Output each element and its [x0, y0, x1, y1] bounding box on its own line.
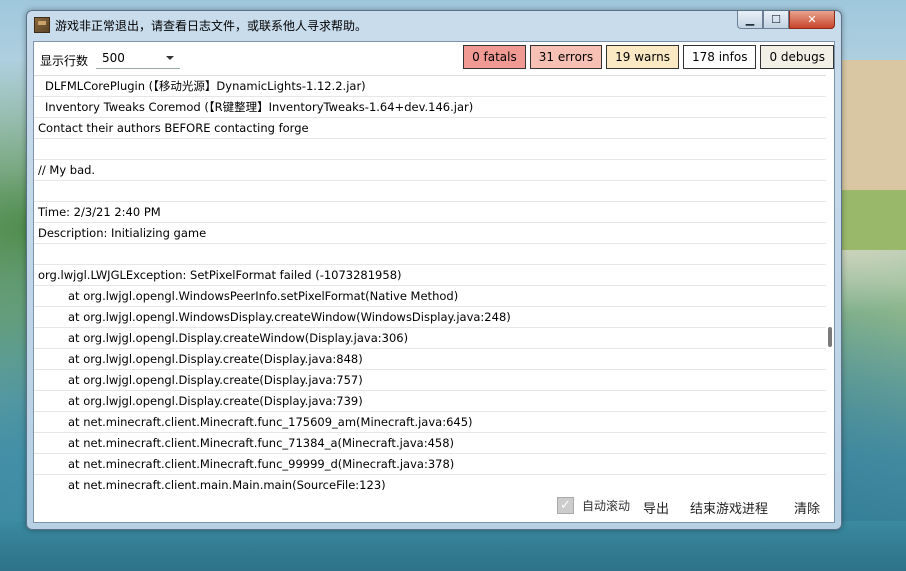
autoscroll-label: 自动滚动	[582, 499, 631, 513]
client-area: 显示行数 500 0 fatals 31 errors 19 warns 178…	[33, 41, 835, 523]
lines-label: 显示行数	[40, 54, 89, 68]
maximize-button[interactable]: ☐	[763, 11, 789, 29]
minimize-icon: ▁	[745, 13, 755, 26]
autoscroll-toggle[interactable]: ✓ 自动滚动	[557, 497, 630, 514]
log-line: at net.minecraft.client.Minecraft.func_9…	[34, 454, 826, 475]
lines-value: 500	[102, 51, 125, 65]
clear-button[interactable]: 清除	[794, 498, 820, 517]
log-line: at org.lwjgl.opengl.Display.create(Displ…	[34, 370, 826, 391]
level-filters: 0 fatals 31 errors 19 warns 178 infos 0 …	[463, 45, 834, 69]
background-building	[833, 60, 906, 190]
log-list[interactable]: DLFMLCorePlugin (【移动光源】DynamicLights-1.1…	[34, 75, 826, 490]
log-line: // My bad.	[34, 160, 826, 181]
log-line: at org.lwjgl.opengl.Display.create(Displ…	[34, 391, 826, 412]
lines-select[interactable]: 500	[96, 46, 180, 69]
warns-filter-button[interactable]: 19 warns	[606, 45, 679, 69]
export-button[interactable]: 导出	[643, 498, 669, 517]
log-line: at net.minecraft.client.Minecraft.func_7…	[34, 433, 826, 454]
maximize-icon: ☐	[771, 13, 781, 26]
minecraft-block-icon	[34, 17, 50, 33]
log-line: at org.lwjgl.opengl.Display.create(Displ…	[34, 349, 826, 370]
log-line: at org.lwjgl.opengl.Display.createWindow…	[34, 328, 826, 349]
log-line: DLFMLCorePlugin (【移动光源】DynamicLights-1.1…	[34, 76, 826, 97]
log-line: Description: Initializing game	[34, 223, 826, 244]
infos-filter-button[interactable]: 178 infos	[682, 45, 757, 69]
log-window: 游戏非正常退出，请查看日志文件，或联系他人寻求帮助。 ▁ ☐ ✕ 显示行数 50…	[26, 10, 842, 530]
vertical-scrollbar[interactable]	[826, 75, 834, 489]
title-bar[interactable]: 游戏非正常退出，请查看日志文件，或联系他人寻求帮助。 ▁ ☐ ✕	[27, 11, 841, 39]
autoscroll-checkbox[interactable]: ✓	[557, 497, 574, 514]
close-icon: ✕	[807, 13, 817, 26]
scrollbar-thumb[interactable]	[828, 327, 832, 347]
log-line: at org.lwjgl.opengl.WindowsPeerInfo.setP…	[34, 286, 826, 307]
minimize-button[interactable]: ▁	[737, 11, 763, 29]
log-line: at org.lwjgl.opengl.WindowsDisplay.creat…	[34, 307, 826, 328]
fatals-filter-button[interactable]: 0 fatals	[463, 45, 526, 69]
chevron-down-icon	[166, 56, 174, 60]
background-grass	[836, 190, 906, 250]
log-line	[34, 139, 826, 160]
bottom-bar: ✓ 自动滚动 导出 结束游戏进程 清除	[34, 489, 834, 522]
log-line: org.lwjgl.LWJGLException: SetPixelFormat…	[34, 265, 826, 286]
log-line: at net.minecraft.client.Minecraft.func_1…	[34, 412, 826, 433]
log-line	[34, 181, 826, 202]
window-title: 游戏非正常退出，请查看日志文件，或联系他人寻求帮助。	[55, 19, 368, 33]
kill-game-button[interactable]: 结束游戏进程	[690, 498, 768, 517]
errors-filter-button[interactable]: 31 errors	[529, 45, 603, 69]
log-line: Contact their authors BEFORE contacting …	[34, 118, 826, 139]
log-line: Inventory Tweaks Coremod (【R键整理】Inventor…	[34, 97, 826, 118]
log-line: at net.minecraft.client.main.Main.main(S…	[34, 475, 826, 490]
toolbar: 显示行数 500 0 fatals 31 errors 19 warns 178…	[34, 42, 834, 75]
log-line	[34, 244, 826, 265]
caption-buttons: ▁ ☐ ✕	[737, 11, 835, 30]
log-line: Time: 2/3/21 2:40 PM	[34, 202, 826, 223]
debugs-filter-button[interactable]: 0 debugs	[760, 45, 834, 69]
close-button[interactable]: ✕	[789, 11, 835, 29]
